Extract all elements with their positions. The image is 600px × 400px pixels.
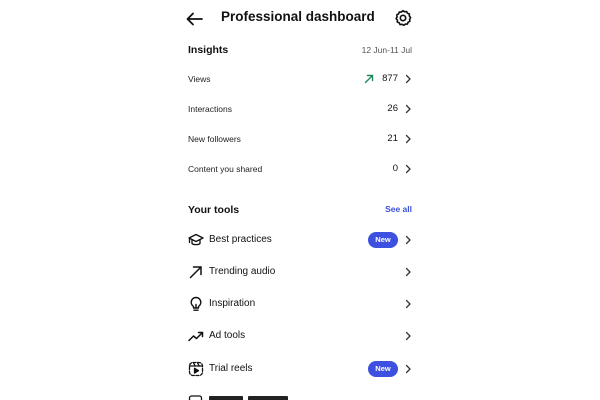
insight-value: 877 [382,73,398,84]
page-title: Professional dashboard [221,9,375,24]
chart-trend-icon [188,331,204,342]
new-badge: New [368,361,398,377]
graduation-cap-icon [188,233,204,246]
partial-row-icon [188,395,203,400]
chevron-right-icon [405,299,411,309]
insight-value: 26 [387,103,398,114]
insight-label: New followers [188,134,241,144]
insight-row-interactions[interactable]: Interactions 26 [188,100,412,122]
settings-button[interactable] [393,8,413,28]
professional-dashboard-screen: Professional dashboard Insights 12 Jun-1… [0,0,600,400]
insights-title: Insights [188,44,229,56]
tool-label: Trending audio [209,266,276,277]
tool-label: Ad tools [209,330,246,341]
date-range: 12 Jun-11 Jul [361,45,412,55]
arrow-left-icon [186,12,203,26]
new-badge: New [368,232,398,248]
your-tools-title: Your tools [188,204,240,216]
tool-label: Inspiration [209,298,256,309]
tool-row-ad-tools[interactable]: Ad tools [188,324,412,350]
arrow-up-right-icon [189,266,202,279]
chevron-right-icon [405,164,411,174]
insight-row-new-followers[interactable]: New followers 21 [188,130,412,152]
tool-row-trending-audio[interactable]: Trending audio [188,260,412,286]
tool-row-best-practices[interactable]: Best practices New [188,228,412,254]
back-button[interactable] [184,8,206,30]
partial-row-text [248,396,288,400]
insight-label: Interactions [188,104,232,114]
chevron-right-icon [405,331,411,341]
lightbulb-icon [190,296,202,311]
tool-label: Trial reels [209,363,253,374]
chevron-right-icon [405,74,411,84]
chevron-right-icon [405,267,411,277]
header: Professional dashboard [0,0,600,38]
insight-label: Views [188,74,211,84]
tool-row-partial[interactable] [188,394,412,400]
gear-icon [395,9,412,27]
tool-label: Best practices [209,234,272,245]
insight-label: Content you shared [188,164,263,174]
tool-row-inspiration[interactable]: Inspiration [188,292,412,318]
reels-icon [188,361,204,377]
see-all-link[interactable]: See all [385,204,412,214]
chevron-right-icon [405,235,411,245]
insight-value: 0 [392,163,398,174]
chevron-right-icon [405,104,411,114]
insight-row-views[interactable]: Views 877 [188,70,412,92]
insight-value: 21 [387,133,398,144]
tool-row-trial-reels[interactable]: Trial reels New [188,357,412,383]
trend-up-icon [364,74,374,84]
partial-row-text [209,396,243,400]
insight-row-content-shared[interactable]: Content you shared 0 [188,160,412,182]
chevron-right-icon [405,134,411,144]
chevron-right-icon [405,364,411,374]
